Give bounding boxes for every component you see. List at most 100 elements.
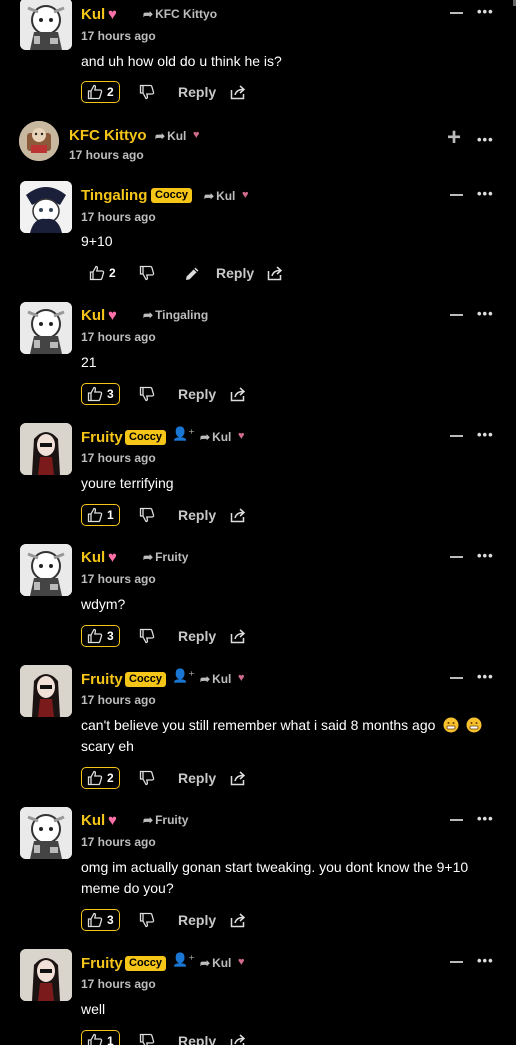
like-count: 3 <box>107 387 114 401</box>
username[interactable]: Fruity <box>81 429 123 446</box>
thumbs-down-icon[interactable] <box>139 628 155 644</box>
like-button[interactable]: 2 <box>83 262 122 284</box>
more-options-icon[interactable]: ••• <box>477 132 494 147</box>
reply-to[interactable]: ➦ Kul <box>155 129 186 143</box>
more-options-icon[interactable]: ••• <box>477 186 494 201</box>
reply-arrow-icon: ➦ <box>200 956 211 970</box>
thumbs-up-icon <box>87 84 103 100</box>
thumbs-down-icon[interactable] <box>139 912 155 928</box>
thumbs-up-icon <box>87 912 103 928</box>
add-friend-icon[interactable]: 👤⁺ <box>172 952 195 968</box>
add-friend-icon[interactable]: 👤⁺ <box>172 668 195 684</box>
share-icon[interactable] <box>230 386 247 402</box>
reply-button[interactable]: Reply <box>178 1033 216 1045</box>
comment-text: omg im actually gonan start tweaking. yo… <box>81 857 511 899</box>
like-button[interactable]: 3 <box>81 909 120 931</box>
more-options-icon[interactable]: ••• <box>477 427 494 442</box>
username[interactable]: Fruity <box>81 671 123 688</box>
thumbs-down-icon[interactable] <box>139 507 155 523</box>
timestamp: 17 hours ago <box>81 693 156 707</box>
reply-button[interactable]: Reply <box>216 265 254 281</box>
username[interactable]: Fruity <box>81 955 123 972</box>
avatar[interactable] <box>19 121 59 161</box>
collapse-icon[interactable] <box>450 819 463 821</box>
thumbs-up-icon <box>87 386 103 402</box>
like-button[interactable]: 2 <box>81 81 120 103</box>
reply-button[interactable]: Reply <box>178 386 216 402</box>
reply-to[interactable]: ➦ Fruity <box>143 813 188 827</box>
edit-icon[interactable] <box>184 265 201 282</box>
heart-icon: ♥ <box>238 956 245 968</box>
heart-icon: ♥ <box>242 189 249 201</box>
username[interactable]: Kul <box>81 549 105 566</box>
timestamp: 17 hours ago <box>81 451 156 465</box>
username[interactable]: Kul <box>81 812 105 829</box>
share-icon[interactable] <box>230 912 247 928</box>
thumbs-down-icon[interactable] <box>139 770 155 786</box>
avatar[interactable] <box>20 544 72 596</box>
reply-button[interactable]: Reply <box>178 628 216 644</box>
share-icon[interactable] <box>230 507 247 523</box>
comment: Fruity Coccy 👤⁺ ➦ Kul ♥ 17 hours ago ••• … <box>0 416 516 537</box>
thumbs-down-icon[interactable] <box>139 386 155 402</box>
reply-to-name: Kul <box>212 956 232 970</box>
share-icon[interactable] <box>230 1033 247 1045</box>
collapse-icon[interactable] <box>450 556 463 558</box>
reply-to-name: KFC Kittyo <box>155 7 218 21</box>
avatar[interactable] <box>20 949 72 1001</box>
thumbs-down-icon[interactable] <box>139 1033 155 1045</box>
collapse-icon[interactable] <box>450 314 463 316</box>
share-icon[interactable] <box>230 770 247 786</box>
avatar[interactable] <box>20 181 72 233</box>
like-button[interactable]: 1 <box>81 504 120 526</box>
comment-text: wdym? <box>81 596 126 612</box>
reply-to[interactable]: ➦ Kul <box>200 672 231 686</box>
thumbs-down-icon[interactable] <box>139 84 155 100</box>
more-options-icon[interactable]: ••• <box>477 548 494 563</box>
reply-to[interactable]: ➦ Kul <box>204 189 235 203</box>
avatar[interactable] <box>20 807 72 859</box>
like-button[interactable]: 3 <box>81 383 120 405</box>
avatar[interactable] <box>20 302 72 354</box>
thumbs-down-icon[interactable] <box>139 265 155 281</box>
collapse-icon[interactable] <box>450 194 463 196</box>
like-button[interactable]: 1 <box>81 1030 120 1045</box>
reply-to[interactable]: ➦ Fruity <box>143 550 188 564</box>
avatar[interactable] <box>20 423 72 475</box>
collapse-icon[interactable] <box>450 677 463 679</box>
more-options-icon[interactable]: ••• <box>477 306 494 321</box>
reply-button[interactable]: Reply <box>178 912 216 928</box>
username[interactable]: Kul <box>81 307 105 324</box>
collapse-icon[interactable] <box>450 12 463 14</box>
expand-icon[interactable]: + <box>447 126 461 150</box>
username[interactable]: Tingaling <box>81 187 147 204</box>
more-options-icon[interactable]: ••• <box>477 811 494 826</box>
avatar[interactable] <box>20 0 72 50</box>
comment-text: can't believe you still remember what i … <box>81 715 511 757</box>
avatar[interactable] <box>20 665 72 717</box>
reply-button[interactable]: Reply <box>178 84 216 100</box>
reply-button[interactable]: Reply <box>178 770 216 786</box>
share-icon[interactable] <box>230 84 247 100</box>
share-icon[interactable] <box>230 628 247 644</box>
share-icon[interactable] <box>267 265 284 281</box>
comment: Kul ♥ ➦ Tingaling 17 hours ago ••• 21 3 R… <box>0 295 516 416</box>
reply-to[interactable]: ➦ Kul <box>200 430 231 444</box>
reply-to[interactable]: ➦ Tingaling <box>143 308 208 322</box>
collapse-icon[interactable] <box>450 435 463 437</box>
like-button[interactable]: 2 <box>81 767 120 789</box>
reply-to[interactable]: ➦ KFC Kittyo <box>143 7 217 21</box>
timestamp: 17 hours ago <box>81 330 156 344</box>
username[interactable]: Kul <box>81 6 105 23</box>
more-options-icon[interactable]: ••• <box>477 953 494 968</box>
reply-button[interactable]: Reply <box>178 507 216 523</box>
reply-arrow-icon: ➦ <box>143 813 154 827</box>
reply-to-name: Kul <box>212 430 232 444</box>
reply-to[interactable]: ➦ Kul <box>200 956 231 970</box>
like-button[interactable]: 3 <box>81 625 120 647</box>
more-options-icon[interactable]: ••• <box>477 4 494 19</box>
username[interactable]: KFC Kittyo <box>69 127 147 144</box>
more-options-icon[interactable]: ••• <box>477 669 494 684</box>
collapse-icon[interactable] <box>450 961 463 963</box>
add-friend-icon[interactable]: 👤⁺ <box>172 426 195 442</box>
